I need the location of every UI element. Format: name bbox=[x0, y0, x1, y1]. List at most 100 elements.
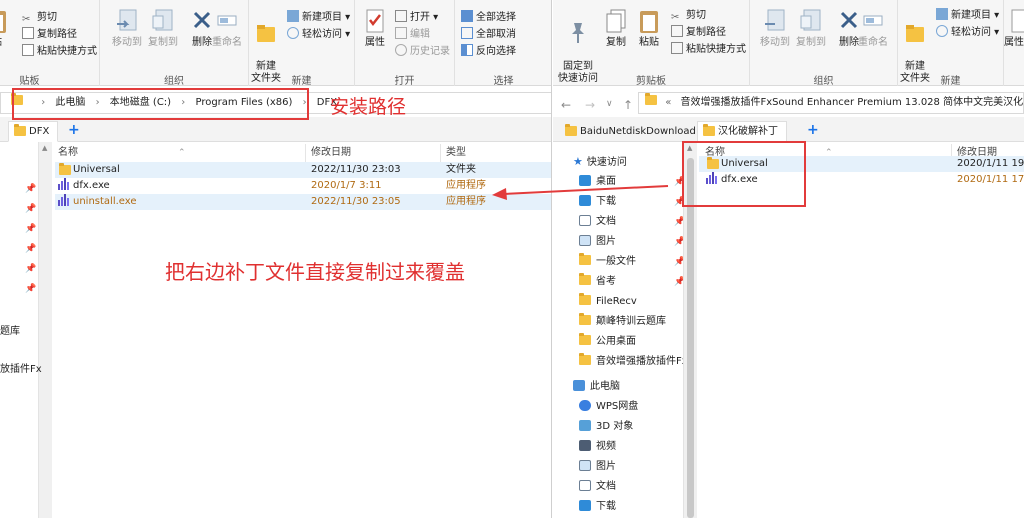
column-header-date[interactable]: 修改日期 bbox=[311, 144, 351, 162]
folder-icon bbox=[59, 163, 71, 175]
folder-icon bbox=[579, 313, 591, 325]
paste-button[interactable]: 贴 bbox=[0, 8, 20, 49]
copy-to-icon bbox=[152, 9, 173, 31]
recent-chevron-icon[interactable]: ∨ bbox=[606, 99, 613, 109]
paste-shortcut-button[interactable]: 粘贴快捷方式 bbox=[22, 44, 97, 59]
nav-item-exam[interactable]: 省考 bbox=[579, 272, 616, 292]
nav-item-fxsound[interactable]: 音效增强播放插件Fx bbox=[579, 352, 688, 372]
forward-arrow-icon[interactable]: → bbox=[585, 98, 595, 112]
nav-item-documents[interactable]: 文档 bbox=[579, 212, 616, 232]
properties-button[interactable]: 属性 bbox=[1004, 8, 1024, 49]
picture-icon bbox=[579, 460, 591, 471]
annotation-copy-patch: 把右边补丁文件直接复制过来覆盖 bbox=[165, 260, 465, 284]
column-divider[interactable] bbox=[440, 144, 441, 162]
address-text: 音效增强播放插件FxSound Enhancer Premium 13.028 … bbox=[680, 97, 1024, 108]
rename-button[interactable]: 重命名 bbox=[850, 8, 896, 49]
file-row-universal[interactable]: Universal 2022/11/30 23:03 文件夹 bbox=[55, 162, 551, 178]
tab-baidunetdiskdownload[interactable]: BaiduNetdiskDownload bbox=[559, 121, 705, 142]
computer-icon bbox=[573, 380, 585, 391]
folder-icon bbox=[703, 124, 715, 136]
nav-item-pictures-pc[interactable]: 图片 bbox=[579, 457, 616, 477]
cut-button[interactable]: ✂ 剪切 bbox=[22, 10, 57, 25]
folder-icon bbox=[565, 124, 577, 136]
history-button[interactable]: 历史记录 bbox=[395, 44, 450, 59]
new-item-icon bbox=[936, 8, 948, 20]
new-item-button[interactable]: 新建项目 ▾ bbox=[287, 10, 350, 25]
add-tab-button[interactable]: + bbox=[807, 122, 819, 138]
nav-scrollbar[interactable]: ▲ bbox=[38, 142, 52, 518]
copy-path-button[interactable]: 复制路径 bbox=[671, 25, 726, 40]
nav-item-truncated[interactable]: 题库 bbox=[0, 322, 20, 337]
pin-icon: 📌 bbox=[25, 244, 37, 254]
star-icon: ★ bbox=[573, 155, 583, 168]
properties-button[interactable]: 属性 bbox=[352, 8, 398, 49]
nav-item-documents-pc[interactable]: 文档 bbox=[579, 477, 616, 497]
organize-group-label: 组织 bbox=[164, 76, 184, 87]
nav-item-question-bank[interactable]: 颠峰特训云题库 bbox=[579, 312, 666, 332]
paste-shortcut-button[interactable]: 粘贴快捷方式 bbox=[671, 42, 746, 57]
pin-icon: 📌 bbox=[25, 224, 37, 234]
nav-item-pictures[interactable]: 图片 bbox=[579, 232, 616, 252]
scrollbar-thumb[interactable] bbox=[687, 158, 694, 518]
column-header-name[interactable]: 名称 bbox=[58, 144, 78, 162]
nav-item-videos[interactable]: 视频 bbox=[579, 437, 616, 457]
file-date: 2020/1/11 19: bbox=[957, 158, 1024, 169]
file-row-uninstall[interactable]: uninstall.exe 2022/11/30 23:05 应用程序 bbox=[55, 194, 551, 212]
nav-item-truncated[interactable]: 放插件Fx bbox=[0, 360, 42, 375]
file-list: ▲ 📌 📌 📌 📌 📌 📌 题库 放插件Fx 名称 ⌃ 修改日期 类型 Univ… bbox=[0, 142, 551, 518]
cut-button[interactable]: ✂ 剪切 bbox=[671, 8, 706, 23]
invert-selection-icon bbox=[461, 44, 473, 56]
pin-icon: 📌 bbox=[25, 204, 37, 214]
easy-access-button[interactable]: 轻松访问 ▾ bbox=[287, 27, 350, 42]
pin-icon: 📌 bbox=[25, 264, 37, 274]
clipboard-icon bbox=[0, 11, 6, 33]
file-name: dfx.exe bbox=[73, 180, 110, 191]
file-row-dfx[interactable]: dfx.exe 2020/1/7 3:11 应用程序 bbox=[55, 178, 551, 194]
properties-icon bbox=[1011, 9, 1024, 33]
select-none-button[interactable]: 全部取消 bbox=[461, 27, 516, 42]
up-arrow-icon[interactable]: ↑ bbox=[623, 98, 633, 112]
copy-path-button[interactable]: 复制路径 bbox=[22, 27, 77, 42]
folder-icon bbox=[579, 273, 591, 285]
video-icon bbox=[579, 440, 591, 451]
cloud-icon bbox=[579, 400, 591, 411]
address-path[interactable]: « 音效增强播放插件FxSound Enhancer Premium 13.02… bbox=[638, 92, 1024, 114]
organize-group-label: 组织 bbox=[813, 76, 834, 87]
column-divider[interactable] bbox=[305, 144, 306, 162]
back-arrow-icon[interactable]: ← bbox=[561, 98, 571, 112]
tab-patch[interactable]: 汉化破解补丁 bbox=[697, 121, 787, 142]
easy-access-button[interactable]: 轻松访问 ▾ bbox=[936, 25, 999, 40]
add-tab-button[interactable]: + bbox=[68, 122, 80, 138]
copy-path-icon bbox=[22, 27, 34, 39]
folder-icon bbox=[645, 93, 657, 105]
invert-selection-button[interactable]: 反向选择 bbox=[461, 44, 516, 59]
nav-item-downloads-pc[interactable]: 下载 bbox=[579, 497, 616, 517]
select-all-button[interactable]: 全部选择 bbox=[461, 10, 516, 25]
tab-dfx[interactable]: DFX bbox=[8, 121, 59, 142]
new-item-icon bbox=[287, 10, 299, 22]
paste-button[interactable]: 粘贴 bbox=[626, 8, 672, 49]
open-button[interactable]: 打开 ▾ bbox=[395, 10, 438, 25]
file-name: uninstall.exe bbox=[73, 196, 137, 207]
new-item-button[interactable]: 新建项目 ▾ bbox=[936, 8, 999, 23]
sort-chevron-icon: ⌃ bbox=[178, 148, 186, 158]
app-icon bbox=[58, 194, 71, 212]
folder-icon bbox=[579, 353, 591, 365]
document-icon bbox=[579, 215, 591, 226]
shortcut-icon bbox=[22, 44, 34, 56]
nav-item-wps-cloud[interactable]: WPS网盘 bbox=[579, 397, 638, 417]
nav-this-pc[interactable]: 此电脑 bbox=[573, 377, 620, 397]
file-date: 2022/11/30 23:03 bbox=[311, 164, 401, 175]
history-icon bbox=[395, 44, 407, 56]
nav-item-filerecv[interactable]: FileRecv bbox=[579, 292, 637, 312]
open-icon bbox=[395, 10, 407, 22]
clipboard-group-label: 剪贴板 bbox=[636, 76, 666, 87]
column-header-type[interactable]: 类型 bbox=[446, 144, 466, 162]
nav-item-public-desktop[interactable]: 公用桌面 bbox=[579, 332, 636, 352]
edit-button[interactable]: 编辑 bbox=[395, 27, 430, 42]
nav-quick-access[interactable]: ★ 快速访问 bbox=[573, 152, 627, 172]
pin-icon: 📌 bbox=[25, 284, 37, 294]
nav-item-3d-objects[interactable]: 3D 对象 bbox=[579, 417, 633, 437]
nav-item-general-files[interactable]: 一般文件 bbox=[579, 252, 636, 272]
tab-bar: BaiduNetdiskDownload 汉化破解补丁 + bbox=[553, 117, 1024, 142]
